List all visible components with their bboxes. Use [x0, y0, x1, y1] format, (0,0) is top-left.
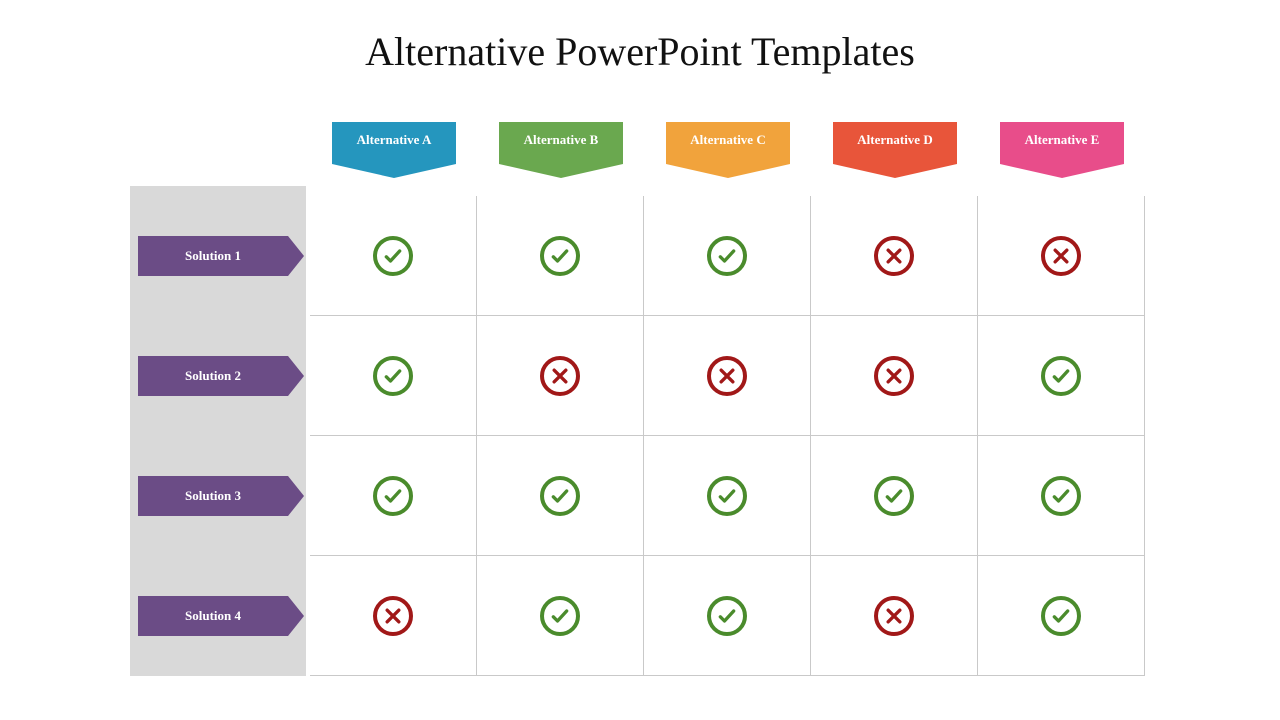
check-icon — [1041, 476, 1081, 516]
row-label-text: Solution 2 — [185, 368, 241, 384]
cross-icon — [1041, 236, 1081, 276]
grid-cell — [811, 316, 978, 436]
row-label-text: Solution 4 — [185, 608, 241, 624]
check-icon — [707, 596, 747, 636]
row-label-text: Solution 3 — [185, 488, 241, 504]
grid-cell — [477, 316, 644, 436]
grid-cell — [644, 196, 811, 316]
grid-cell — [811, 556, 978, 676]
grid-cell — [644, 436, 811, 556]
grid-cell — [811, 436, 978, 556]
column-label: Alternative C — [690, 132, 765, 147]
column-label: Alternative E — [1025, 132, 1100, 147]
grid-cell — [978, 436, 1145, 556]
grid-cell — [978, 196, 1145, 316]
grid-cell — [477, 436, 644, 556]
check-icon — [373, 356, 413, 396]
column-label: Alternative B — [524, 132, 599, 147]
column-label: Alternative D — [857, 132, 932, 147]
cross-icon — [707, 356, 747, 396]
grid-cell — [310, 196, 477, 316]
cross-icon — [874, 236, 914, 276]
row-label-0: Solution 1 — [138, 236, 288, 276]
column-header-2: Alternative C — [666, 122, 790, 164]
column-ribbon: Alternative A — [332, 122, 456, 164]
check-icon — [373, 476, 413, 516]
row-label-text: Solution 1 — [185, 248, 241, 264]
check-icon — [874, 476, 914, 516]
column-label: Alternative A — [357, 132, 432, 147]
grid-cell — [310, 556, 477, 676]
grid-cell — [477, 196, 644, 316]
check-icon — [540, 236, 580, 276]
grid-cell — [310, 436, 477, 556]
check-icon — [707, 236, 747, 276]
column-ribbon: Alternative E — [1000, 122, 1124, 164]
column-ribbon: Alternative C — [666, 122, 790, 164]
row-label-2: Solution 3 — [138, 476, 288, 516]
check-icon — [540, 476, 580, 516]
check-icon — [707, 476, 747, 516]
grid-cell — [644, 316, 811, 436]
page-title: Alternative PowerPoint Templates — [0, 0, 1280, 93]
cross-icon — [874, 356, 914, 396]
grid-cell — [644, 556, 811, 676]
cross-icon — [874, 596, 914, 636]
cross-icon — [373, 596, 413, 636]
column-header-4: Alternative E — [1000, 122, 1124, 164]
column-header-3: Alternative D — [833, 122, 957, 164]
row-label-1: Solution 2 — [138, 356, 288, 396]
grid-cell — [811, 196, 978, 316]
check-icon — [1041, 356, 1081, 396]
row-label-3: Solution 4 — [138, 596, 288, 636]
check-icon — [373, 236, 413, 276]
grid-cell — [978, 316, 1145, 436]
column-ribbon: Alternative D — [833, 122, 957, 164]
check-icon — [1041, 596, 1081, 636]
grid-cell — [310, 316, 477, 436]
cross-icon — [540, 356, 580, 396]
grid-cell — [978, 556, 1145, 676]
column-header-0: Alternative A — [332, 122, 456, 164]
check-icon — [540, 596, 580, 636]
grid-cell — [477, 556, 644, 676]
column-ribbon: Alternative B — [499, 122, 623, 164]
column-header-1: Alternative B — [499, 122, 623, 164]
